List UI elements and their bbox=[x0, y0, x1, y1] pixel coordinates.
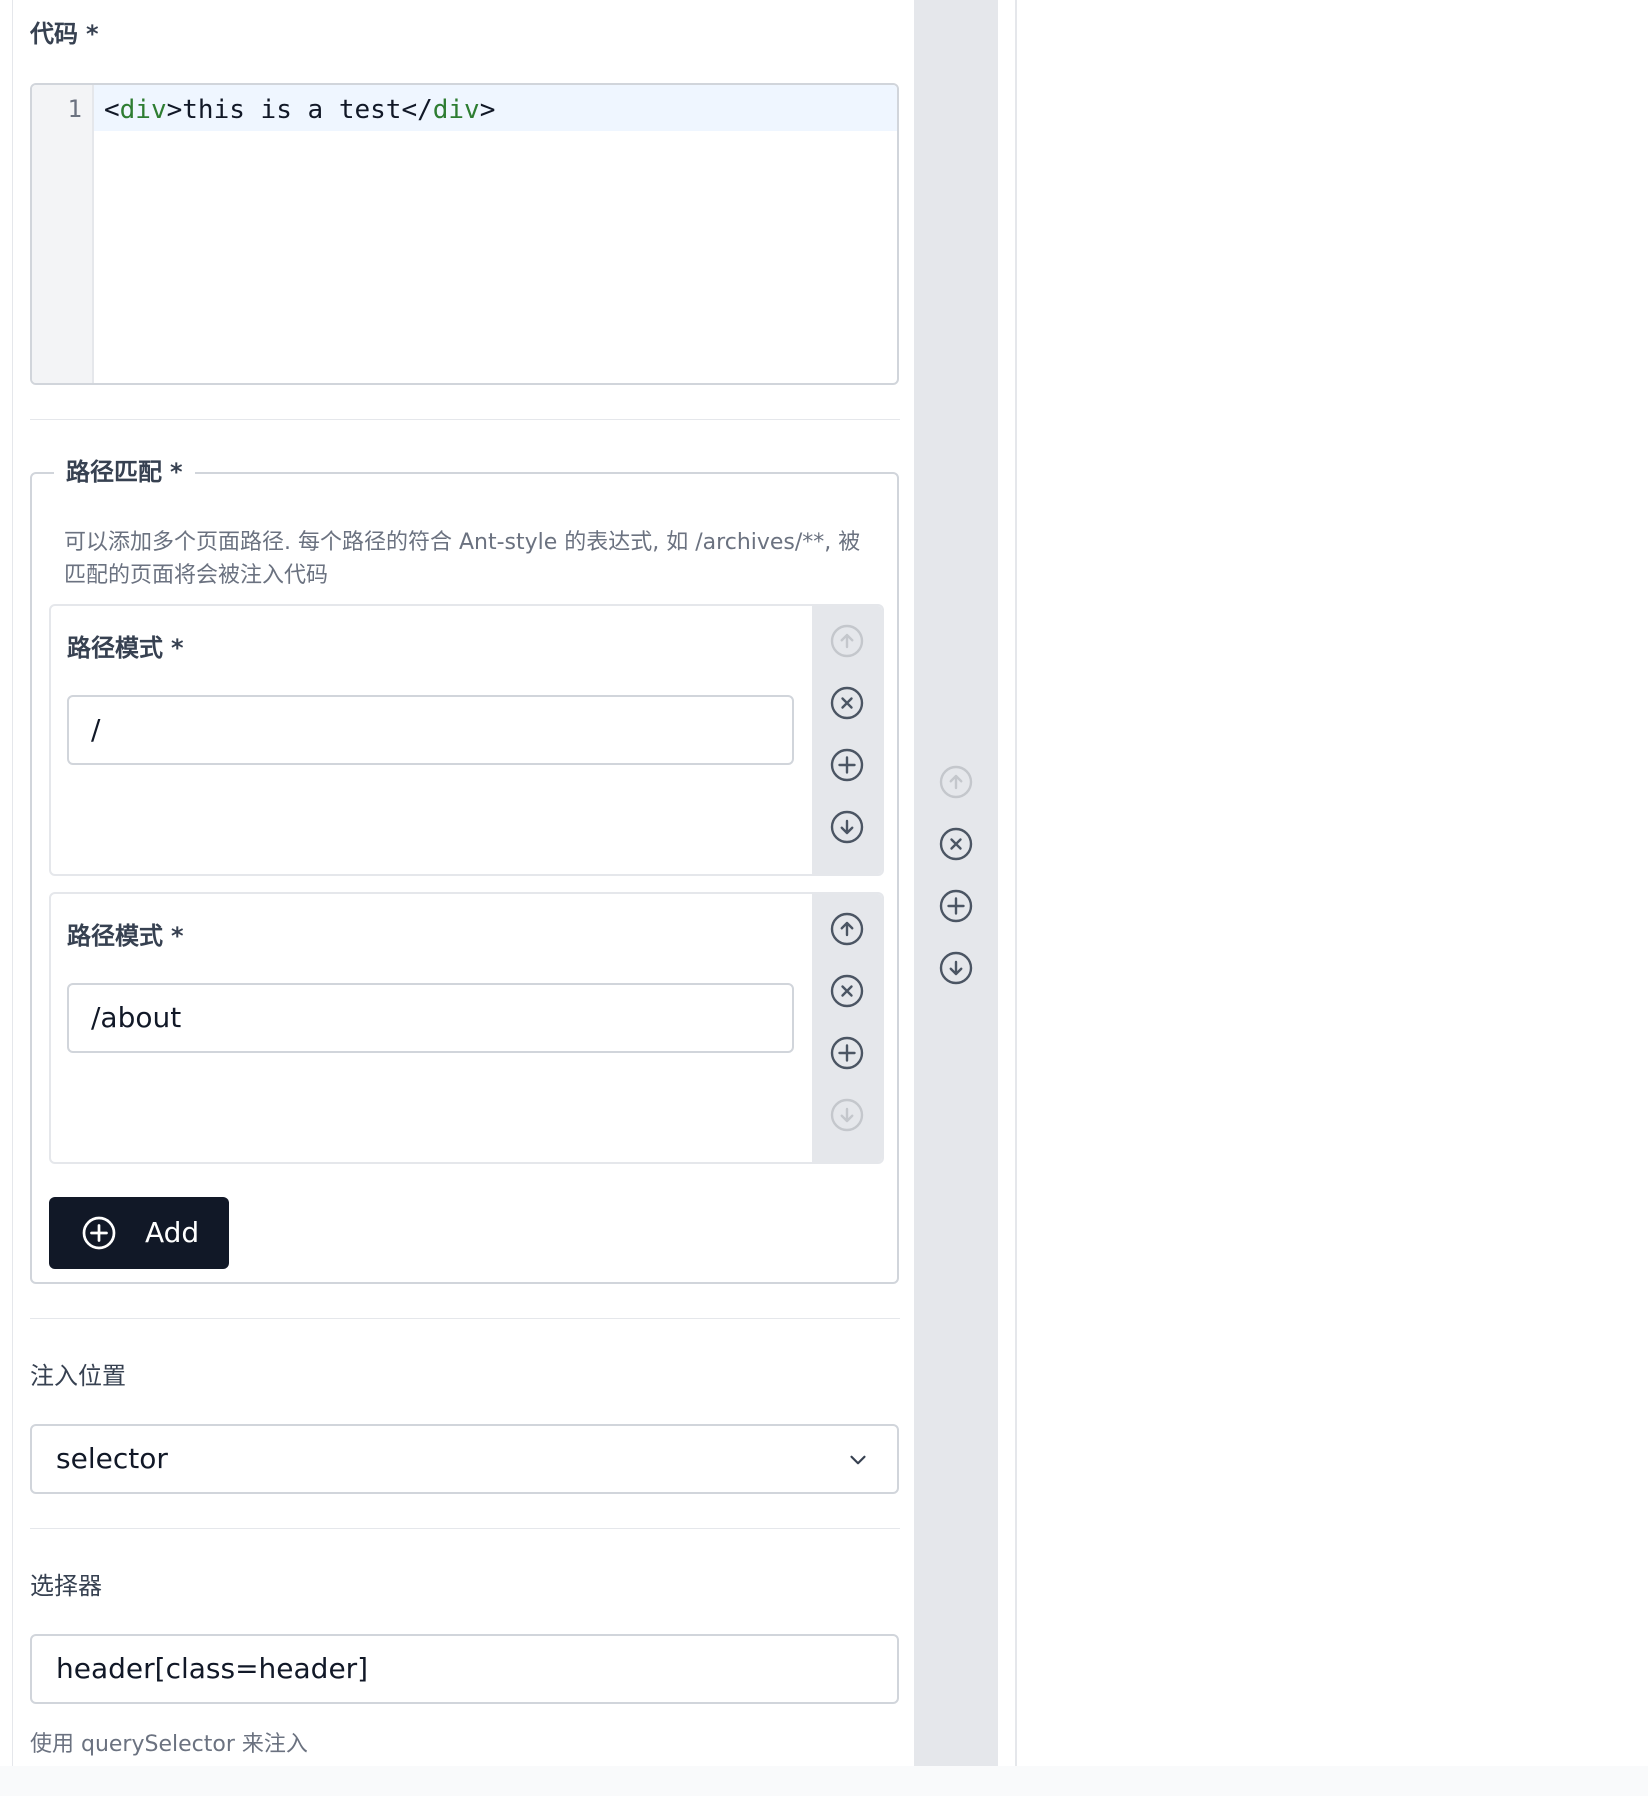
section-divider bbox=[30, 1318, 900, 1319]
move-down-icon[interactable] bbox=[938, 950, 974, 986]
left-border bbox=[12, 0, 13, 1796]
move-up-icon[interactable] bbox=[829, 911, 865, 947]
injection-position-select[interactable]: selector bbox=[30, 1424, 899, 1494]
label-text: 路径模式 bbox=[67, 922, 163, 950]
add-button-label: Add bbox=[145, 1216, 200, 1249]
code-line[interactable]: <div>this is a test</div> bbox=[104, 95, 495, 125]
path-pattern-item: 路径模式 * /about bbox=[49, 892, 884, 1164]
line-number-gutter: 1 bbox=[32, 85, 94, 383]
required-mark: * bbox=[170, 458, 183, 486]
code-label-text: 代码 bbox=[30, 20, 78, 48]
item-actions-column bbox=[812, 894, 882, 1162]
remove-icon[interactable] bbox=[938, 826, 974, 862]
label-text: 路径模式 bbox=[67, 634, 163, 662]
remove-icon[interactable] bbox=[829, 973, 865, 1009]
section-divider bbox=[30, 419, 900, 420]
code-token: </ bbox=[401, 95, 433, 125]
section-divider bbox=[30, 1528, 900, 1529]
code-token: < bbox=[104, 95, 120, 125]
path-pattern-input[interactable]: /about bbox=[67, 983, 794, 1053]
selector-label: 选择器 bbox=[30, 1572, 102, 1600]
line-number: 1 bbox=[67, 95, 82, 123]
code-field-label: 代码 * bbox=[30, 14, 99, 49]
code-tag-name: div bbox=[119, 95, 167, 125]
move-up-icon[interactable] bbox=[829, 623, 865, 659]
path-pattern-item: 路径模式 * / bbox=[49, 604, 884, 876]
code-token: > bbox=[166, 95, 183, 125]
add-icon[interactable] bbox=[829, 1035, 865, 1071]
injection-position-label: 注入位置 bbox=[30, 1362, 126, 1390]
code-token: > bbox=[479, 95, 496, 125]
path-pattern-label: 路径模式 * bbox=[67, 916, 184, 951]
add-icon[interactable] bbox=[938, 888, 974, 924]
required-mark: * bbox=[86, 20, 99, 48]
selector-input[interactable]: header[class=header] bbox=[30, 1634, 899, 1704]
add-path-button[interactable]: Add bbox=[49, 1197, 229, 1269]
page: 代码 * 1 <div>this is a test</div> 路径匹配 * 可以… bbox=[0, 0, 1648, 1796]
move-up-icon[interactable] bbox=[938, 764, 974, 800]
plus-circle-icon bbox=[81, 1215, 117, 1251]
right-pane bbox=[1017, 0, 1648, 1796]
required-mark: * bbox=[171, 634, 184, 662]
select-value: selector bbox=[56, 1442, 168, 1475]
remove-icon[interactable] bbox=[829, 685, 865, 721]
path-pattern-input[interactable]: / bbox=[67, 695, 794, 765]
code-text: this is a test bbox=[182, 95, 402, 125]
move-down-icon[interactable] bbox=[829, 1097, 865, 1133]
add-icon[interactable] bbox=[829, 747, 865, 783]
selector-help: 使用 querySelector 来注入 bbox=[30, 1732, 308, 1757]
outer-actions-column bbox=[914, 0, 998, 1796]
code-editor[interactable]: 1 <div>this is a test</div> bbox=[30, 83, 899, 385]
path-match-help: 可以添加多个页面路径. 每个路径的符合 Ant-style 的表达式, 如 /a… bbox=[64, 530, 861, 588]
required-mark: * bbox=[171, 922, 184, 950]
move-down-icon[interactable] bbox=[829, 809, 865, 845]
legend-text: 路径匹配 bbox=[66, 458, 162, 486]
path-match-legend: 路径匹配 * bbox=[54, 452, 195, 487]
chevron-down-icon bbox=[845, 1447, 871, 1473]
path-pattern-label: 路径模式 * bbox=[67, 628, 184, 663]
item-actions-column bbox=[812, 606, 882, 874]
bottom-edge bbox=[0, 1766, 1648, 1796]
path-match-fieldset: 路径匹配 * 可以添加多个页面路径. 每个路径的符合 Ant-style 的表达式… bbox=[30, 452, 899, 1284]
code-tag-name: div bbox=[432, 95, 480, 125]
